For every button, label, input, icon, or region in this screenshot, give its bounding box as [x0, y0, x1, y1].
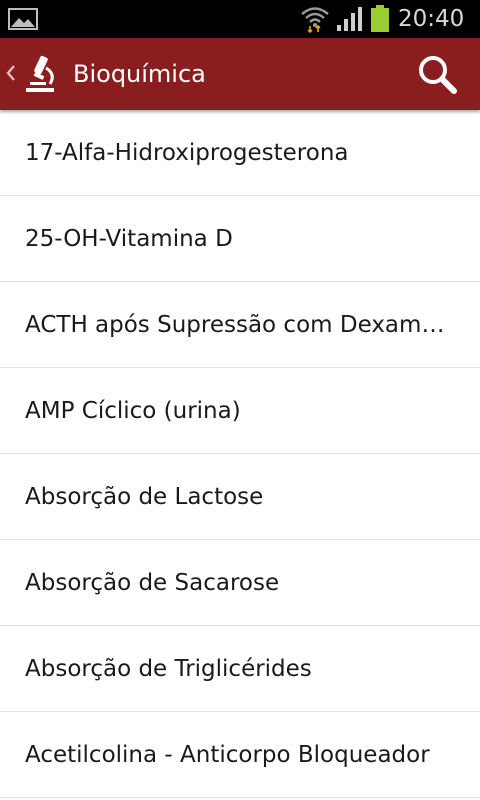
gallery-notification-icon	[8, 8, 38, 30]
signal-icon	[337, 7, 362, 31]
up-navigation-button[interactable]	[0, 38, 64, 110]
wifi-icon	[301, 7, 329, 33]
list-item-label: Acetilcolina - Anticorpo Bloqueador	[25, 742, 430, 768]
status-time: 20:40	[398, 6, 465, 32]
list-item-label: Absorção de Sacarose	[25, 570, 280, 596]
microscope-icon	[26, 55, 54, 92]
list-item[interactable]: ACTH após Supressão com Dexametasona	[0, 282, 480, 368]
page-title: Bioquímica	[73, 60, 206, 88]
list-item[interactable]: 25-OH-Vitamina D	[0, 196, 480, 282]
list-item[interactable]: Absorção de Lactose	[0, 454, 480, 540]
list-item[interactable]: 17-Alfa-Hidroxiprogesterona	[0, 110, 480, 196]
list-item-label: 17-Alfa-Hidroxiprogesterona	[25, 140, 349, 166]
search-button[interactable]	[410, 50, 466, 100]
list-item-label: 25-OH-Vitamina D	[25, 226, 233, 252]
list-item[interactable]: AMP Cíclico (urina)	[0, 368, 480, 454]
battery-icon	[371, 5, 389, 32]
exam-list: 17-Alfa-Hidroxiprogesterona 25-OH-Vitami…	[0, 110, 480, 798]
list-item-label: AMP Cíclico (urina)	[25, 398, 241, 424]
list-item[interactable]: Absorção de Sacarose	[0, 540, 480, 626]
list-item-label: Absorção de Triglicérides	[25, 656, 312, 682]
status-bar: 20:40	[0, 0, 480, 38]
list-item[interactable]: Acetilcolina - Anticorpo Bloqueador	[0, 712, 480, 798]
list-item[interactable]: Absorção de Triglicérides	[0, 626, 480, 712]
action-bar: Bioquímica	[0, 38, 480, 110]
list-item-label: Absorção de Lactose	[25, 484, 264, 510]
list-item-label: ACTH após Supressão com Dexametasona	[25, 312, 445, 338]
search-icon	[419, 56, 457, 94]
back-chevron-icon	[6, 65, 15, 81]
